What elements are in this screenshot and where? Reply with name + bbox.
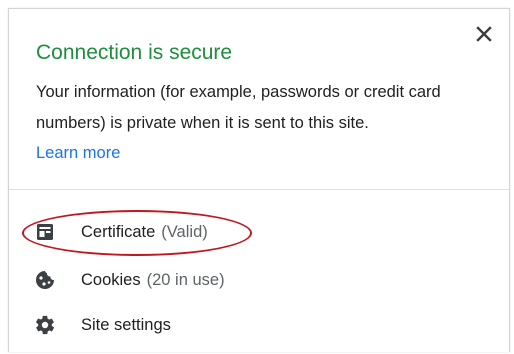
certificate-status: (Valid): [161, 222, 208, 241]
gear-icon: [33, 313, 57, 337]
cookie-icon: [33, 268, 57, 292]
site-info-popup: Connection is secure Your information (f…: [8, 8, 510, 352]
certificate-item[interactable]: Certificate (Valid): [33, 214, 333, 250]
site-settings-label: Site settings: [81, 315, 171, 334]
connection-description: Your information (for example, passwords…: [36, 83, 441, 132]
cookies-label: Cookies: [81, 270, 141, 289]
certificate-label: Certificate: [81, 222, 156, 241]
learn-more-link[interactable]: Learn more: [36, 142, 120, 164]
certificate-icon: [33, 220, 57, 244]
connection-status-title: Connection is secure: [36, 41, 233, 64]
site-settings-item[interactable]: Site settings: [33, 307, 333, 343]
section-divider: [9, 189, 509, 190]
cookies-item[interactable]: Cookies (20 in use): [33, 262, 333, 298]
connection-info-section: Connection is secure Your information (f…: [36, 39, 486, 164]
cookies-status: (20 in use): [146, 270, 225, 289]
